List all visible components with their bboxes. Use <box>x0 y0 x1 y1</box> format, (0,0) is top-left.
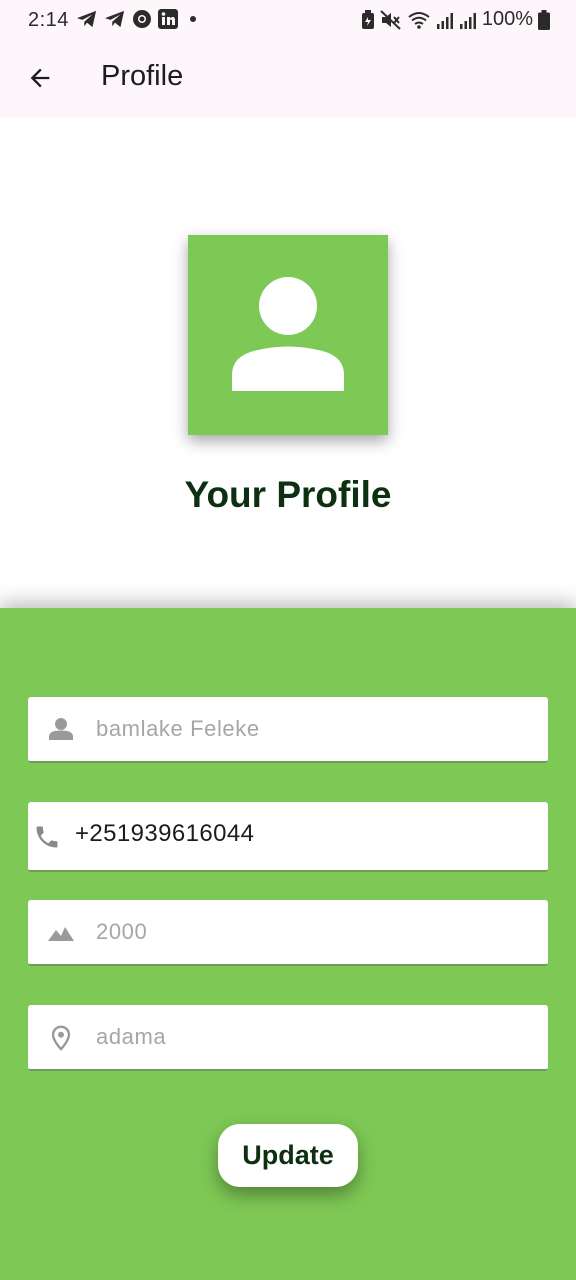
notification-icons <box>76 9 196 29</box>
telegram-icon <box>77 10 97 28</box>
battery-percentage: 100% <box>481 8 533 30</box>
landscape-icon <box>48 927 74 941</box>
profile-header: Your Profile <box>0 118 576 608</box>
phone-input[interactable] <box>75 802 515 866</box>
person-icon <box>232 277 344 391</box>
page-title: Profile <box>101 60 184 92</box>
system-status-icons: 100% <box>361 8 550 31</box>
profile-heading: Your Profile <box>184 474 392 515</box>
mute-icon <box>380 9 401 30</box>
arrow-back-icon <box>30 68 50 88</box>
location-pin-icon <box>51 1025 71 1051</box>
location-input[interactable] <box>96 1005 536 1069</box>
battery-saver-icon <box>361 9 374 29</box>
location-field[interactable] <box>28 1005 548 1071</box>
status-bar: 2:14 100% <box>0 0 576 40</box>
back-button[interactable] <box>20 58 60 98</box>
status-time: 2:14 <box>28 9 69 31</box>
wifi-icon <box>408 11 430 29</box>
phone-field[interactable] <box>28 802 548 872</box>
name-input[interactable] <box>96 697 536 761</box>
signal-icon <box>436 12 453 29</box>
phone-icon <box>36 826 58 848</box>
dot-icon <box>190 16 196 22</box>
chrome-icon <box>133 10 151 28</box>
person-icon <box>49 718 73 740</box>
linkedin-icon <box>158 9 178 29</box>
field-2000-input[interactable] <box>96 900 536 964</box>
app-bar: Profile <box>0 40 576 118</box>
field-2000[interactable] <box>28 900 548 966</box>
battery-icon <box>538 9 550 30</box>
profile-form: Update <box>0 608 576 1280</box>
signal-icon <box>459 12 476 29</box>
name-field[interactable] <box>28 697 548 763</box>
telegram-icon <box>105 10 125 28</box>
avatar[interactable] <box>188 235 388 435</box>
update-button[interactable]: Update <box>218 1124 358 1187</box>
